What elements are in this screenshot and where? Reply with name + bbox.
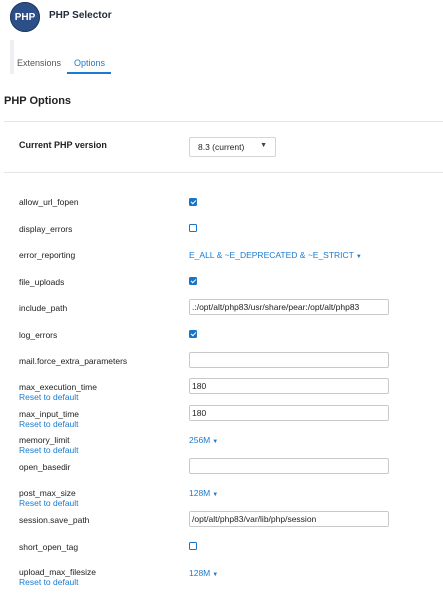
max-execution-time-reset-link[interactable]: Reset to default <box>19 392 79 402</box>
memory-limit-dropdown[interactable]: 256M ▼ <box>189 435 218 445</box>
display-errors-checkbox[interactable] <box>189 224 197 232</box>
short-open-tag-checkbox[interactable] <box>189 542 197 550</box>
divider <box>4 172 443 173</box>
chevron-down-icon: ▼ <box>212 439 219 445</box>
app-title: PHP Selector <box>49 10 112 21</box>
memory-limit-value: 256M <box>189 435 211 445</box>
chevron-down-icon: ▼ <box>212 492 219 498</box>
option-label-short-open-tag: short_open_tag <box>19 542 79 552</box>
post-max-size-reset-link[interactable]: Reset to default <box>19 498 79 508</box>
option-label-upload-max-filesize: upload_max_filesize <box>19 567 97 577</box>
memory-limit-reset-link[interactable]: Reset to default <box>19 445 79 455</box>
option-label-file-uploads: file_uploads <box>19 277 65 287</box>
option-label-memory-limit: memory_limit <box>19 435 70 445</box>
log-errors-checkbox[interactable] <box>189 330 197 338</box>
max-input-time-input[interactable]: 180 <box>189 405 389 421</box>
option-label-post-max-size: post_max_size <box>19 488 76 498</box>
include-path-input[interactable]: .:/opt/alt/php83/usr/share/pear:/opt/alt… <box>189 299 389 315</box>
error-reporting-dropdown[interactable]: E_ALL & ~E_DEPRECATED & ~E_STRICT ▼ <box>189 250 362 260</box>
app-header: PHP PHP Selector <box>0 0 443 36</box>
upload-max-filesize-reset-link[interactable]: Reset to default <box>19 577 79 587</box>
mail-force-extra-parameters-input[interactable] <box>189 352 389 368</box>
php-logo: PHP <box>10 2 40 32</box>
chevron-down-icon: ▼ <box>212 572 219 578</box>
option-label-error-reporting: error_reporting <box>19 250 76 260</box>
option-label-max-input-time: max_input_time <box>19 409 80 419</box>
option-label-open-basedir: open_basedir <box>19 462 71 472</box>
file-uploads-checkbox[interactable] <box>189 277 197 285</box>
upload-max-filesize-dropdown[interactable]: 128M ▼ <box>189 568 218 578</box>
option-label-include-path: include_path <box>19 303 68 313</box>
php-version-select[interactable]: 8.3 (current) ▼ <box>189 137 276 157</box>
current-version-label: Current PHP version <box>19 140 107 150</box>
open-basedir-input[interactable] <box>189 458 389 474</box>
max-execution-time-input[interactable]: 180 <box>189 378 389 394</box>
max-input-time-reset-link[interactable]: Reset to default <box>19 419 79 429</box>
option-label-max-execution-time: max_execution_time <box>19 382 97 392</box>
post-max-size-dropdown[interactable]: 128M ▼ <box>189 488 218 498</box>
upload-max-filesize-value: 128M <box>189 568 211 578</box>
tab-options[interactable]: Options <box>67 52 112 74</box>
tab-extensions[interactable]: Extensions <box>10 52 67 74</box>
allow-url-fopen-checkbox[interactable] <box>189 198 197 206</box>
php-version-value: 8.3 (current) <box>198 142 245 152</box>
chevron-down-icon: ▼ <box>355 254 362 260</box>
option-label-session-save-path: session.save_path <box>19 515 90 525</box>
post-max-size-value: 128M <box>189 488 211 498</box>
tab-bar: Extensions Options <box>10 52 112 74</box>
option-label-display-errors: display_errors <box>19 224 73 234</box>
option-label-mail-force-extra-parameters: mail.force_extra_parameters <box>19 356 128 366</box>
option-label-log-errors: log_errors <box>19 330 58 340</box>
option-label-allow-url-fopen: allow_url_fopen <box>19 197 79 207</box>
divider <box>4 121 443 122</box>
session-save-path-input[interactable]: /opt/alt/php83/var/lib/php/session <box>189 511 389 527</box>
error-reporting-value: E_ALL & ~E_DEPRECATED & ~E_STRICT <box>189 250 354 260</box>
section-title: PHP Options <box>4 95 72 107</box>
chevron-down-icon: ▼ <box>260 142 267 149</box>
